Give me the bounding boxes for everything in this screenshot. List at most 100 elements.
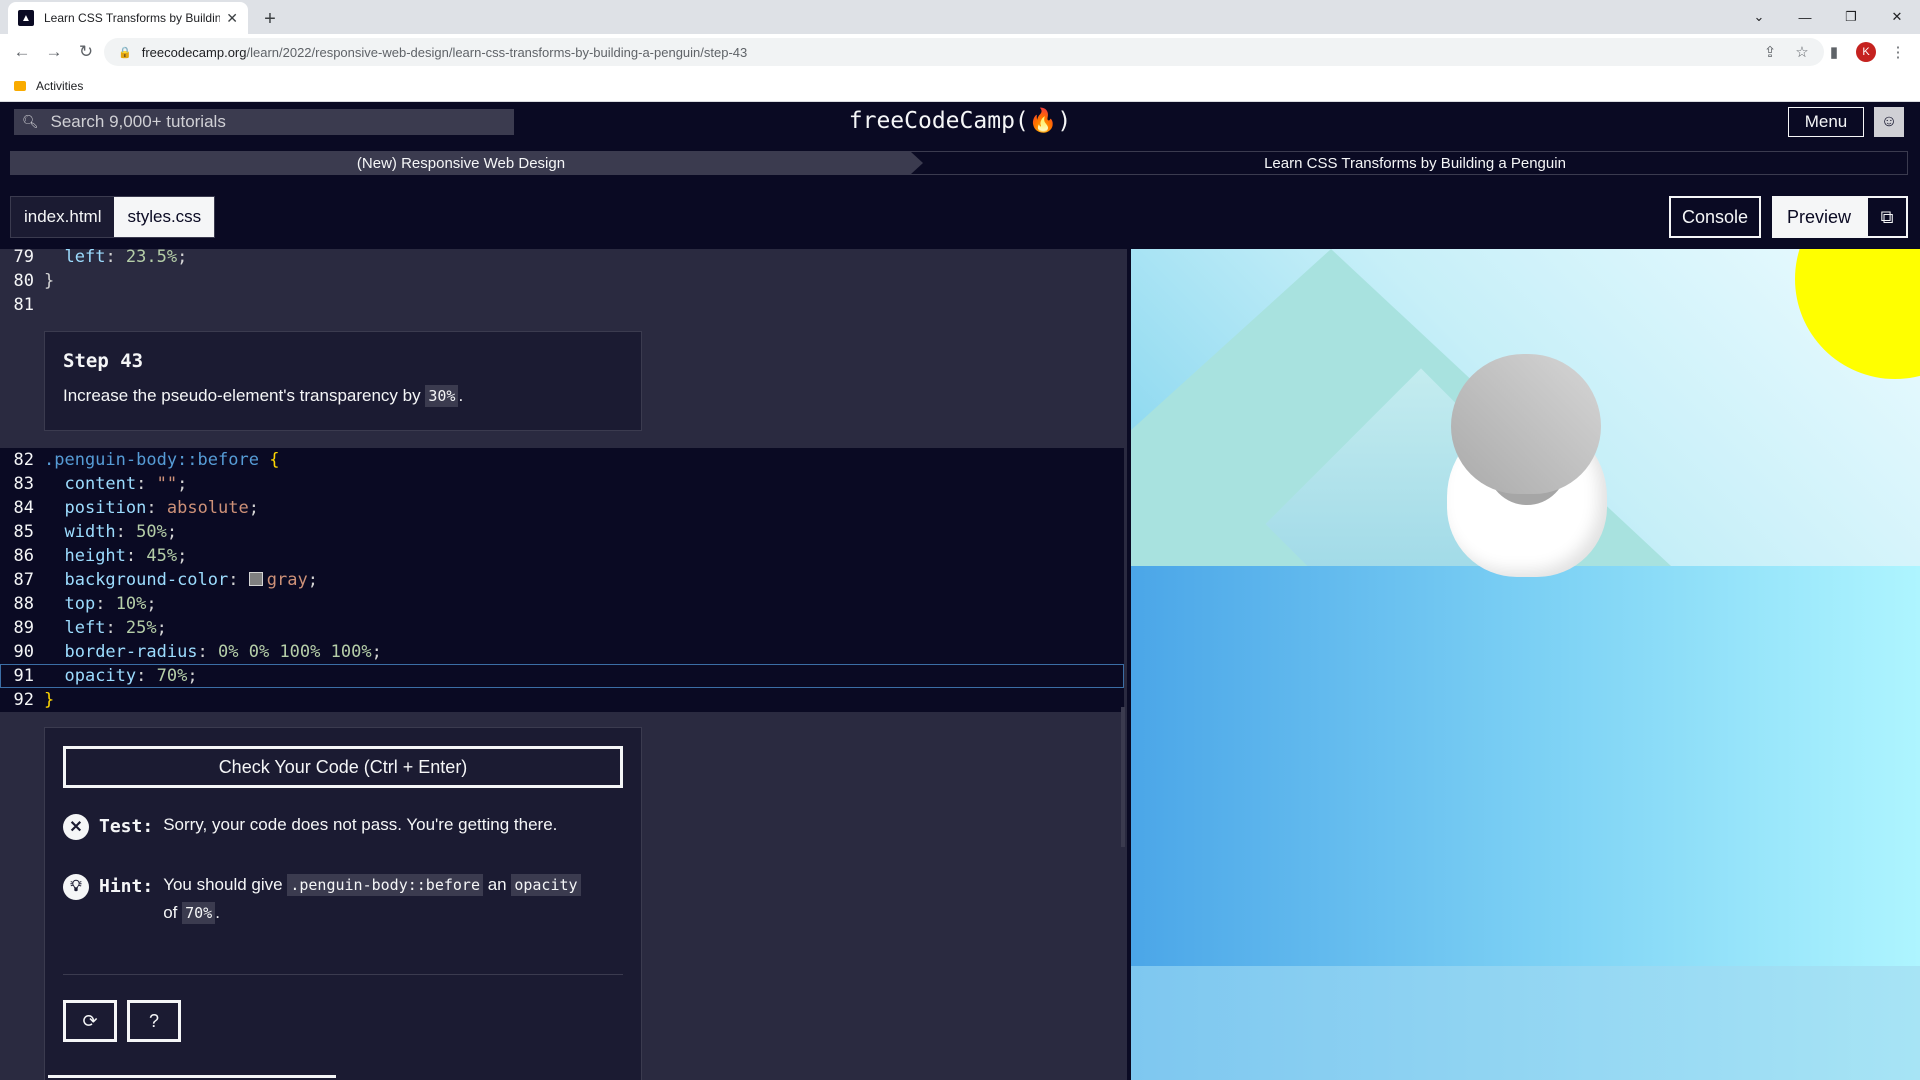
bookmarks-bar: Activities (0, 70, 1920, 102)
share-icon[interactable]: ⇪ (1754, 38, 1786, 66)
ground (1131, 566, 1920, 966)
code-text: border-radius: 0% 0% 100% 100%; (64, 642, 382, 662)
tab-index-html[interactable]: index.html (11, 197, 115, 237)
code-text: } (44, 690, 55, 710)
line-number: 86 (13, 546, 34, 566)
tab-title: Learn CSS Transforms by Building a Pengu… (44, 11, 221, 25)
line-number: 87 (13, 570, 34, 590)
user-avatar-icon[interactable]: ☺ (1874, 107, 1904, 137)
forward-icon[interactable]: → (40, 38, 68, 66)
browser-toolbar: ← → ↻ 🔒 freecodecamp.org/learn/2022/resp… (0, 34, 1920, 70)
lightbulb-icon: 💡︎ (63, 874, 89, 900)
line-number: 91 (13, 666, 34, 686)
code-editor[interactable]: 79 left: 23.5%; 80 } 81 Step 43 Increase… (0, 249, 1127, 1080)
code-text: left: 23.5%; (64, 249, 188, 267)
code-text: height: 45%; (64, 546, 188, 566)
url-path: /learn/2022/responsive-web-design/learn-… (246, 44, 748, 60)
bookmark-activities[interactable]: Activities (36, 79, 83, 93)
code-text: } (44, 271, 55, 291)
code-text: content: ""; (64, 474, 188, 494)
line-number: 90 (13, 642, 34, 662)
line-number: 85 (13, 522, 34, 542)
code-text: background-color: gray; (64, 570, 318, 590)
toolbar-actions: ⇪ ☆ ▮ K ⋮ (1754, 38, 1914, 66)
address-bar[interactable]: 🔒 freecodecamp.org/learn/2022/responsive… (104, 38, 1824, 66)
line-number: 81 (13, 295, 34, 315)
code-text: width: 50%; (64, 522, 178, 542)
code-line-88: 88 top: 10%; (0, 592, 1124, 616)
reset-lesson-icon[interactable]: ⟳ (63, 1000, 117, 1042)
code-line-92: 92 } (0, 688, 1124, 712)
browser-menu-icon[interactable]: ⋮ (1882, 38, 1914, 66)
line-number: 89 (13, 618, 34, 638)
test-result: ✕ Test: Sorry, your code does not pass. … (63, 814, 623, 840)
color-swatch-icon (248, 572, 263, 586)
window-controls: ⌄ — ❐ ✕ (1736, 0, 1920, 34)
menu-button[interactable]: Menu (1788, 107, 1864, 137)
search-icon: 🔍︎ (22, 114, 39, 129)
code-line-91: 91 opacity: 70%; (0, 664, 1124, 688)
code-line-80: 80 } (0, 269, 1124, 293)
minimize-icon[interactable]: — (1782, 0, 1828, 34)
tab-styles-css[interactable]: styles.css (114, 197, 215, 237)
browser-tab[interactable]: ▲ Learn CSS Transforms by Building a Pen… (8, 2, 248, 34)
ground-lower (1131, 966, 1920, 1080)
editor-scrollbar[interactable] (1121, 707, 1125, 847)
breadcrumb-block[interactable]: Learn CSS Transforms by Building a Pengu… (923, 152, 1907, 174)
hint-result: 💡︎ Hint: You should give .penguin-body::… (63, 874, 623, 927)
code-text: .penguin-body::before { (44, 450, 280, 470)
code-line-87: 87 background-color: gray; (0, 568, 1124, 592)
code-text: position: absolute; (64, 498, 259, 518)
line-number: 92 (13, 690, 34, 710)
back-icon[interactable]: ← (8, 38, 36, 66)
search-input[interactable]: 🔍︎ Search 9,000+ tutorials (14, 109, 514, 135)
search-placeholder: Search 9,000+ tutorials (50, 112, 226, 131)
breadcrumb: (New) Responsive Web Design Learn CSS Tr… (10, 151, 1908, 175)
help-forum-icon[interactable]: ? (127, 1000, 181, 1042)
test-panel: Check Your Code (Ctrl + Enter) ✕ Test: S… (44, 727, 642, 1080)
breadcrumb-superblock[interactable]: (New) Responsive Web Design (11, 152, 911, 174)
divider (63, 974, 623, 975)
lock-icon: 🔒 (118, 46, 132, 59)
breadcrumb-arrow (911, 152, 923, 174)
freecodecamp-favicon-icon: ▲ (18, 10, 34, 26)
check-code-button[interactable]: Check Your Code (Ctrl + Enter) (63, 746, 623, 788)
profile-avatar[interactable]: K (1856, 42, 1876, 62)
code-line-79: 79 left: 23.5%; (0, 249, 1124, 269)
step-instructions: Increase the pseudo-element's transparen… (63, 385, 464, 407)
code-text: left: 25%; (64, 618, 167, 638)
code-text: opacity: 70%; (64, 666, 198, 686)
preview-button[interactable]: Preview (1772, 196, 1866, 238)
hint-message: You should give .penguin-body::before an… (163, 871, 581, 927)
preview-frame[interactable] (1131, 249, 1920, 1080)
step-description: Step 43 Increase the pseudo-element's tr… (44, 331, 642, 431)
progress-strip (48, 1075, 336, 1078)
penguin-head (1451, 354, 1601, 494)
line-number: 84 (13, 498, 34, 518)
close-tab-icon[interactable]: ✕ (226, 10, 238, 27)
line-number: 83 (13, 474, 34, 494)
step-title: Step 43 (63, 350, 144, 372)
new-tab-button[interactable]: + (256, 5, 284, 33)
side-panel-icon[interactable]: ▮ (1818, 38, 1850, 66)
folder-icon (14, 80, 26, 91)
code-line-81: 81 (0, 293, 1124, 317)
tab-search-icon[interactable]: ⌄ (1736, 0, 1782, 34)
reload-icon[interactable]: ↻ (72, 38, 100, 66)
fail-x-icon: ✕ (63, 814, 89, 840)
console-button[interactable]: Console (1669, 196, 1761, 238)
line-number: 80 (13, 271, 34, 291)
restore-icon[interactable]: ❐ (1828, 0, 1874, 34)
close-window-icon[interactable]: ✕ (1874, 0, 1920, 34)
line-number: 88 (13, 594, 34, 614)
test-message: Sorry, your code does not pass. You're g… (163, 815, 558, 834)
code-line-82: 82 .penguin-body::before { (0, 448, 1124, 472)
code-line-84: 84 position: absolute; (0, 496, 1124, 520)
code-line-90: 90 border-radius: 0% 0% 100% 100%; (0, 640, 1124, 664)
line-number: 79 (13, 249, 34, 267)
code-line-86: 86 height: 45%; (0, 544, 1124, 568)
editor-file-tabs: index.html styles.css (10, 196, 216, 238)
fcc-navbar: 🔍︎ Search 9,000+ tutorials freeCodeCamp(… (0, 102, 1920, 140)
popout-preview-icon[interactable]: ⧉ (1866, 196, 1908, 238)
bookmark-star-icon[interactable]: ☆ (1786, 38, 1818, 66)
